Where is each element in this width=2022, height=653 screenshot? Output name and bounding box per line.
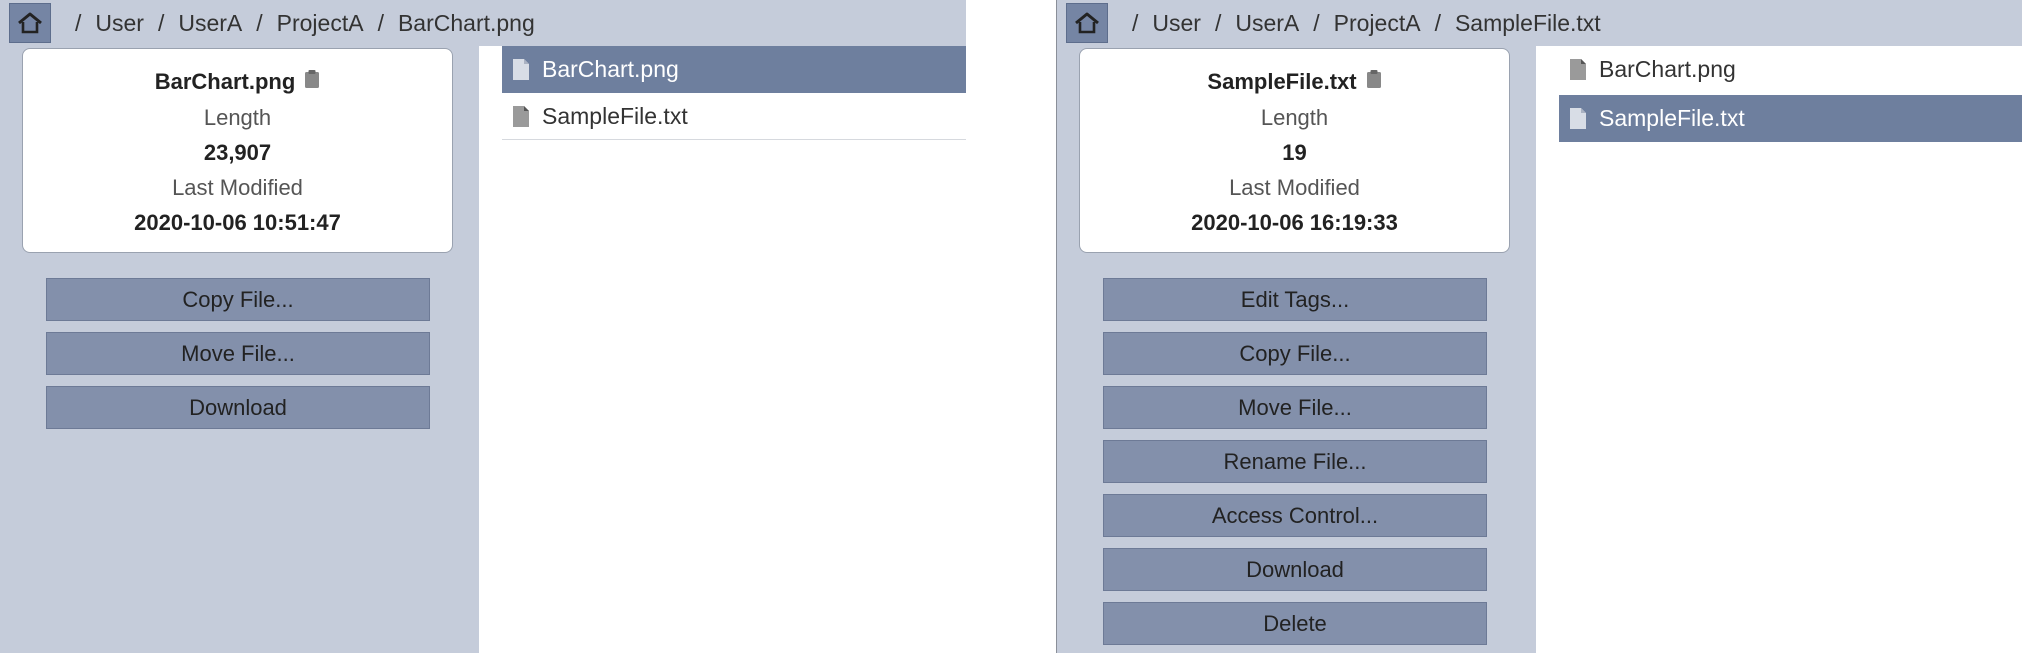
clipboard-icon[interactable] bbox=[1366, 69, 1382, 95]
file-info-card: SampleFile.txt Length 19 Last Modified 2… bbox=[1079, 48, 1510, 253]
breadcrumb-item-current[interactable]: SampleFile.txt bbox=[1455, 10, 1601, 37]
access-control-button[interactable]: Access Control... bbox=[1103, 494, 1487, 537]
home-icon bbox=[18, 12, 42, 34]
file-icon bbox=[512, 58, 530, 81]
file-list-item[interactable]: BarChart.png bbox=[1559, 46, 2022, 93]
last-modified-value: 2020-10-06 10:51:47 bbox=[134, 210, 341, 235]
file-name: BarChart.png bbox=[1599, 56, 1736, 82]
breadcrumb-item-user[interactable]: User bbox=[1152, 10, 1201, 37]
home-button[interactable] bbox=[9, 3, 51, 43]
details-sidebar: SampleFile.txt Length 19 Last Modified 2… bbox=[1057, 46, 1536, 653]
file-name: SampleFile.txt bbox=[1599, 105, 1745, 131]
file-list-item[interactable]: SampleFile.txt bbox=[1559, 95, 2022, 142]
file-list-item[interactable]: BarChart.png bbox=[502, 46, 966, 93]
file-icon bbox=[1569, 107, 1587, 130]
delete-button[interactable]: Delete bbox=[1103, 602, 1487, 645]
length-value: 23,907 bbox=[203, 140, 272, 165]
file-browser-panel-left: / User / UserA / ProjectA / BarChart.png… bbox=[0, 0, 966, 653]
copy-file-button[interactable]: Copy File... bbox=[1103, 332, 1487, 375]
last-modified-label: Last Modified bbox=[172, 175, 303, 200]
length-label: Length bbox=[1260, 105, 1329, 130]
breadcrumb-bar: / User / UserA / ProjectA / SampleFile.t… bbox=[1057, 0, 2022, 46]
file-name: SampleFile.txt bbox=[1207, 69, 1357, 94]
rename-file-button[interactable]: Rename File... bbox=[1103, 440, 1487, 483]
length-value: 19 bbox=[1282, 140, 1307, 165]
home-icon bbox=[1075, 12, 1099, 34]
breadcrumb: / User / UserA / ProjectA / BarChart.png bbox=[75, 9, 535, 37]
clipboard-icon[interactable] bbox=[304, 69, 320, 95]
download-button[interactable]: Download bbox=[46, 386, 430, 429]
file-icon bbox=[512, 105, 530, 128]
file-name: SampleFile.txt bbox=[542, 102, 688, 129]
breadcrumb-item-current[interactable]: BarChart.png bbox=[398, 10, 535, 37]
file-name-heading: SampleFile.txt bbox=[1080, 69, 1509, 95]
file-name-heading: BarChart.png bbox=[23, 69, 452, 95]
edit-tags-button[interactable]: Edit Tags... bbox=[1103, 278, 1487, 321]
breadcrumb-item-usera[interactable]: UserA bbox=[178, 10, 242, 37]
breadcrumb-item-projecta[interactable]: ProjectA bbox=[1334, 10, 1421, 37]
details-sidebar: BarChart.png Length 23,907 Last Modified… bbox=[0, 46, 479, 653]
copy-file-button[interactable]: Copy File... bbox=[46, 278, 430, 321]
last-modified-label: Last Modified bbox=[1229, 175, 1360, 200]
home-button[interactable] bbox=[1066, 3, 1108, 43]
file-icon bbox=[1569, 58, 1587, 81]
move-file-button[interactable]: Move File... bbox=[46, 332, 430, 375]
file-info-card: BarChart.png Length 23,907 Last Modified… bbox=[22, 48, 453, 253]
last-modified-value: 2020-10-06 16:19:33 bbox=[1191, 210, 1398, 235]
breadcrumb-item-projecta[interactable]: ProjectA bbox=[277, 10, 364, 37]
breadcrumb-bar: / User / UserA / ProjectA / BarChart.png bbox=[0, 0, 966, 46]
download-button[interactable]: Download bbox=[1103, 548, 1487, 591]
breadcrumb: / User / UserA / ProjectA / SampleFile.t… bbox=[1132, 9, 1601, 37]
file-browser-panel-right: / User / UserA / ProjectA / SampleFile.t… bbox=[1056, 0, 2022, 653]
length-label: Length bbox=[203, 105, 272, 130]
breadcrumb-item-user[interactable]: User bbox=[95, 10, 144, 37]
move-file-button[interactable]: Move File... bbox=[1103, 386, 1487, 429]
file-list-item[interactable]: SampleFile.txt bbox=[502, 93, 966, 140]
breadcrumb-item-usera[interactable]: UserA bbox=[1235, 10, 1299, 37]
file-name: BarChart.png bbox=[542, 56, 679, 82]
file-name: BarChart.png bbox=[154, 69, 296, 94]
